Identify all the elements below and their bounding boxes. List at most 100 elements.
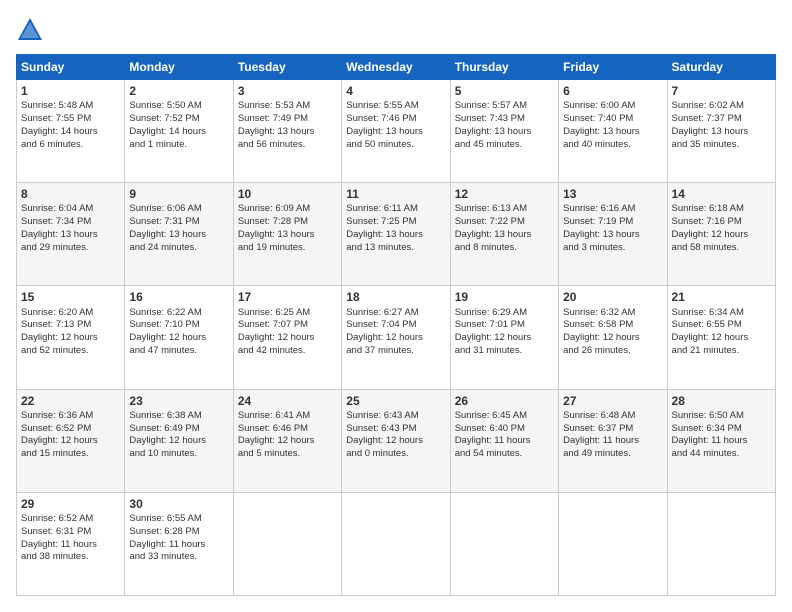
day-info: and 24 minutes. [129,242,228,255]
day-info: and 19 minutes. [238,242,337,255]
day-info: Sunset: 7:19 PM [563,216,662,229]
day-info: and 15 minutes. [21,448,120,461]
day-info: Daylight: 12 hours [672,332,771,345]
day-info: Sunrise: 6:32 AM [563,307,662,320]
day-info: and 8 minutes. [455,242,554,255]
day-info: Daylight: 12 hours [129,332,228,345]
day-info: and 10 minutes. [129,448,228,461]
day-info: Sunrise: 6:22 AM [129,307,228,320]
day-info: Sunrise: 6:18 AM [672,203,771,216]
calendar-cell: 5Sunrise: 5:57 AMSunset: 7:43 PMDaylight… [450,80,558,183]
day-info: Daylight: 13 hours [238,126,337,139]
calendar-cell: 12Sunrise: 6:13 AMSunset: 7:22 PMDayligh… [450,183,558,286]
day-info: Sunrise: 6:41 AM [238,410,337,423]
day-info: and 13 minutes. [346,242,445,255]
day-number: 23 [129,393,228,409]
day-info: Daylight: 12 hours [129,435,228,448]
day-info: and 3 minutes. [563,242,662,255]
calendar-week-3: 15Sunrise: 6:20 AMSunset: 7:13 PMDayligh… [17,286,776,389]
day-info: Sunrise: 6:11 AM [346,203,445,216]
day-info: Sunset: 7:40 PM [563,113,662,126]
day-number: 6 [563,83,662,99]
day-info: Sunset: 7:31 PM [129,216,228,229]
col-header-tuesday: Tuesday [233,55,341,80]
day-info: Daylight: 13 hours [346,126,445,139]
calendar-cell [450,492,558,595]
day-info: and 45 minutes. [455,139,554,152]
day-number: 2 [129,83,228,99]
day-info: Sunrise: 6:48 AM [563,410,662,423]
day-info: Sunset: 6:34 PM [672,423,771,436]
day-info: Sunrise: 6:29 AM [455,307,554,320]
day-info: and 47 minutes. [129,345,228,358]
day-info: Daylight: 11 hours [455,435,554,448]
day-info: Sunset: 7:52 PM [129,113,228,126]
calendar-week-1: 1Sunrise: 5:48 AMSunset: 7:55 PMDaylight… [17,80,776,183]
day-info: Daylight: 12 hours [346,435,445,448]
day-info: Sunset: 6:58 PM [563,319,662,332]
calendar-week-2: 8Sunrise: 6:04 AMSunset: 7:34 PMDaylight… [17,183,776,286]
calendar-cell: 16Sunrise: 6:22 AMSunset: 7:10 PMDayligh… [125,286,233,389]
day-info: Sunset: 7:43 PM [455,113,554,126]
day-info: Sunrise: 5:55 AM [346,100,445,113]
day-info: Sunset: 6:49 PM [129,423,228,436]
day-info: and 37 minutes. [346,345,445,358]
day-info: Sunset: 6:55 PM [672,319,771,332]
calendar-week-4: 22Sunrise: 6:36 AMSunset: 6:52 PMDayligh… [17,389,776,492]
day-info: and 44 minutes. [672,448,771,461]
day-number: 14 [672,186,771,202]
calendar-cell [233,492,341,595]
day-info: and 49 minutes. [563,448,662,461]
day-info: Sunset: 6:37 PM [563,423,662,436]
calendar-cell: 21Sunrise: 6:34 AMSunset: 6:55 PMDayligh… [667,286,775,389]
day-info: Sunrise: 6:20 AM [21,307,120,320]
day-info: Sunset: 7:49 PM [238,113,337,126]
day-number: 15 [21,289,120,305]
day-info: and 42 minutes. [238,345,337,358]
day-info: and 0 minutes. [346,448,445,461]
col-header-sunday: Sunday [17,55,125,80]
day-info: Sunrise: 6:02 AM [672,100,771,113]
day-info: Sunrise: 6:36 AM [21,410,120,423]
day-number: 26 [455,393,554,409]
day-info: and 6 minutes. [21,139,120,152]
day-info: and 50 minutes. [346,139,445,152]
day-info: Sunset: 6:43 PM [346,423,445,436]
day-number: 9 [129,186,228,202]
calendar-cell: 29Sunrise: 6:52 AMSunset: 6:31 PMDayligh… [17,492,125,595]
day-info: Daylight: 13 hours [129,229,228,242]
calendar-cell [667,492,775,595]
day-info: and 40 minutes. [563,139,662,152]
day-number: 20 [563,289,662,305]
calendar-cell: 11Sunrise: 6:11 AMSunset: 7:25 PMDayligh… [342,183,450,286]
calendar-cell: 3Sunrise: 5:53 AMSunset: 7:49 PMDaylight… [233,80,341,183]
day-info: Sunrise: 6:55 AM [129,513,228,526]
calendar-header-row: SundayMondayTuesdayWednesdayThursdayFrid… [17,55,776,80]
day-number: 1 [21,83,120,99]
calendar-cell: 9Sunrise: 6:06 AMSunset: 7:31 PMDaylight… [125,183,233,286]
day-info: Sunrise: 6:45 AM [455,410,554,423]
calendar-cell: 24Sunrise: 6:41 AMSunset: 6:46 PMDayligh… [233,389,341,492]
day-info: Sunset: 6:31 PM [21,526,120,539]
day-info: Sunrise: 6:09 AM [238,203,337,216]
day-info: Sunset: 7:34 PM [21,216,120,229]
day-info: Daylight: 13 hours [455,229,554,242]
calendar-cell: 14Sunrise: 6:18 AMSunset: 7:16 PMDayligh… [667,183,775,286]
day-info: Sunrise: 6:13 AM [455,203,554,216]
day-number: 22 [21,393,120,409]
day-info: and 33 minutes. [129,551,228,564]
calendar-cell: 30Sunrise: 6:55 AMSunset: 6:28 PMDayligh… [125,492,233,595]
day-info: Sunset: 7:10 PM [129,319,228,332]
day-number: 25 [346,393,445,409]
day-info: Sunset: 6:46 PM [238,423,337,436]
day-number: 8 [21,186,120,202]
page: SundayMondayTuesdayWednesdayThursdayFrid… [0,0,792,612]
day-info: Daylight: 11 hours [129,539,228,552]
day-number: 12 [455,186,554,202]
day-info: and 29 minutes. [21,242,120,255]
day-info: Sunset: 7:07 PM [238,319,337,332]
day-info: Sunrise: 6:34 AM [672,307,771,320]
day-number: 27 [563,393,662,409]
calendar-cell [559,492,667,595]
col-header-saturday: Saturday [667,55,775,80]
